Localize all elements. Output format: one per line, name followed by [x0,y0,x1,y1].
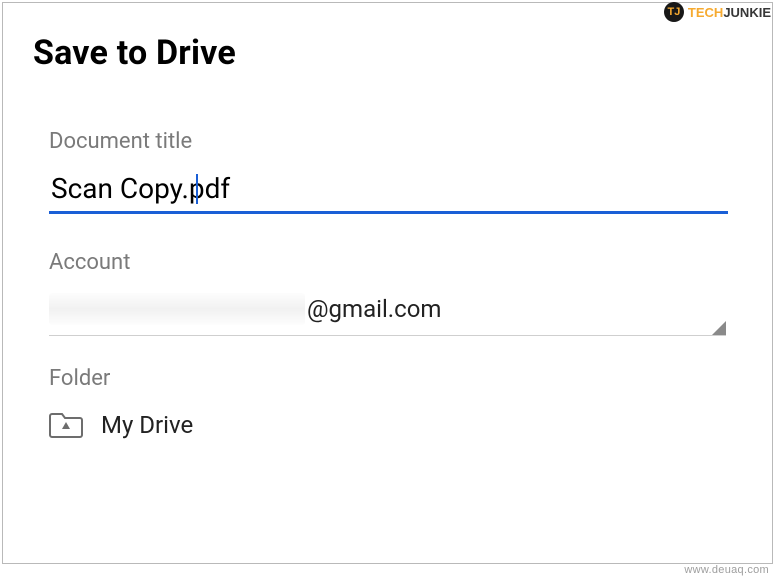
account-label: Account [49,250,726,275]
techjunkie-word-a: TECH [688,5,723,20]
folder-name: My Drive [101,411,193,439]
dialog-title: Save to Drive [33,33,742,73]
techjunkie-badge-icon: TJ [664,2,684,22]
techjunkie-wordmark: TECHJUNKIE [688,5,771,20]
account-field: Account @gmail.com [49,250,726,336]
dialog-content: Document title Account @gmail.com Folder [3,83,772,449]
document-title-input[interactable] [49,172,728,214]
account-user-redacted [49,293,305,325]
account-domain-suffix: @gmail.com [307,295,441,323]
techjunkie-word-b: JUNKIE [723,5,771,20]
folder-field: Folder My Drive [49,366,726,449]
save-to-drive-dialog: Save to Drive Document title Account @gm… [2,2,773,564]
document-title-label: Document title [49,129,726,154]
dropdown-handle-icon[interactable] [712,321,726,335]
dialog-header: Save to Drive [3,3,772,83]
watermark-techjunkie: TJ TECHJUNKIE [664,2,771,22]
document-title-field: Document title [49,129,726,214]
techjunkie-badge-text: TJ [668,6,681,18]
drive-folder-icon [49,411,83,439]
folder-label: Folder [49,366,726,391]
text-cursor [196,174,198,204]
watermark-source-url: www.deuaq.com [684,564,769,576]
document-title-input-wrap[interactable] [49,172,726,214]
folder-selector[interactable]: My Drive [49,411,726,449]
account-selector[interactable]: @gmail.com [49,293,726,336]
